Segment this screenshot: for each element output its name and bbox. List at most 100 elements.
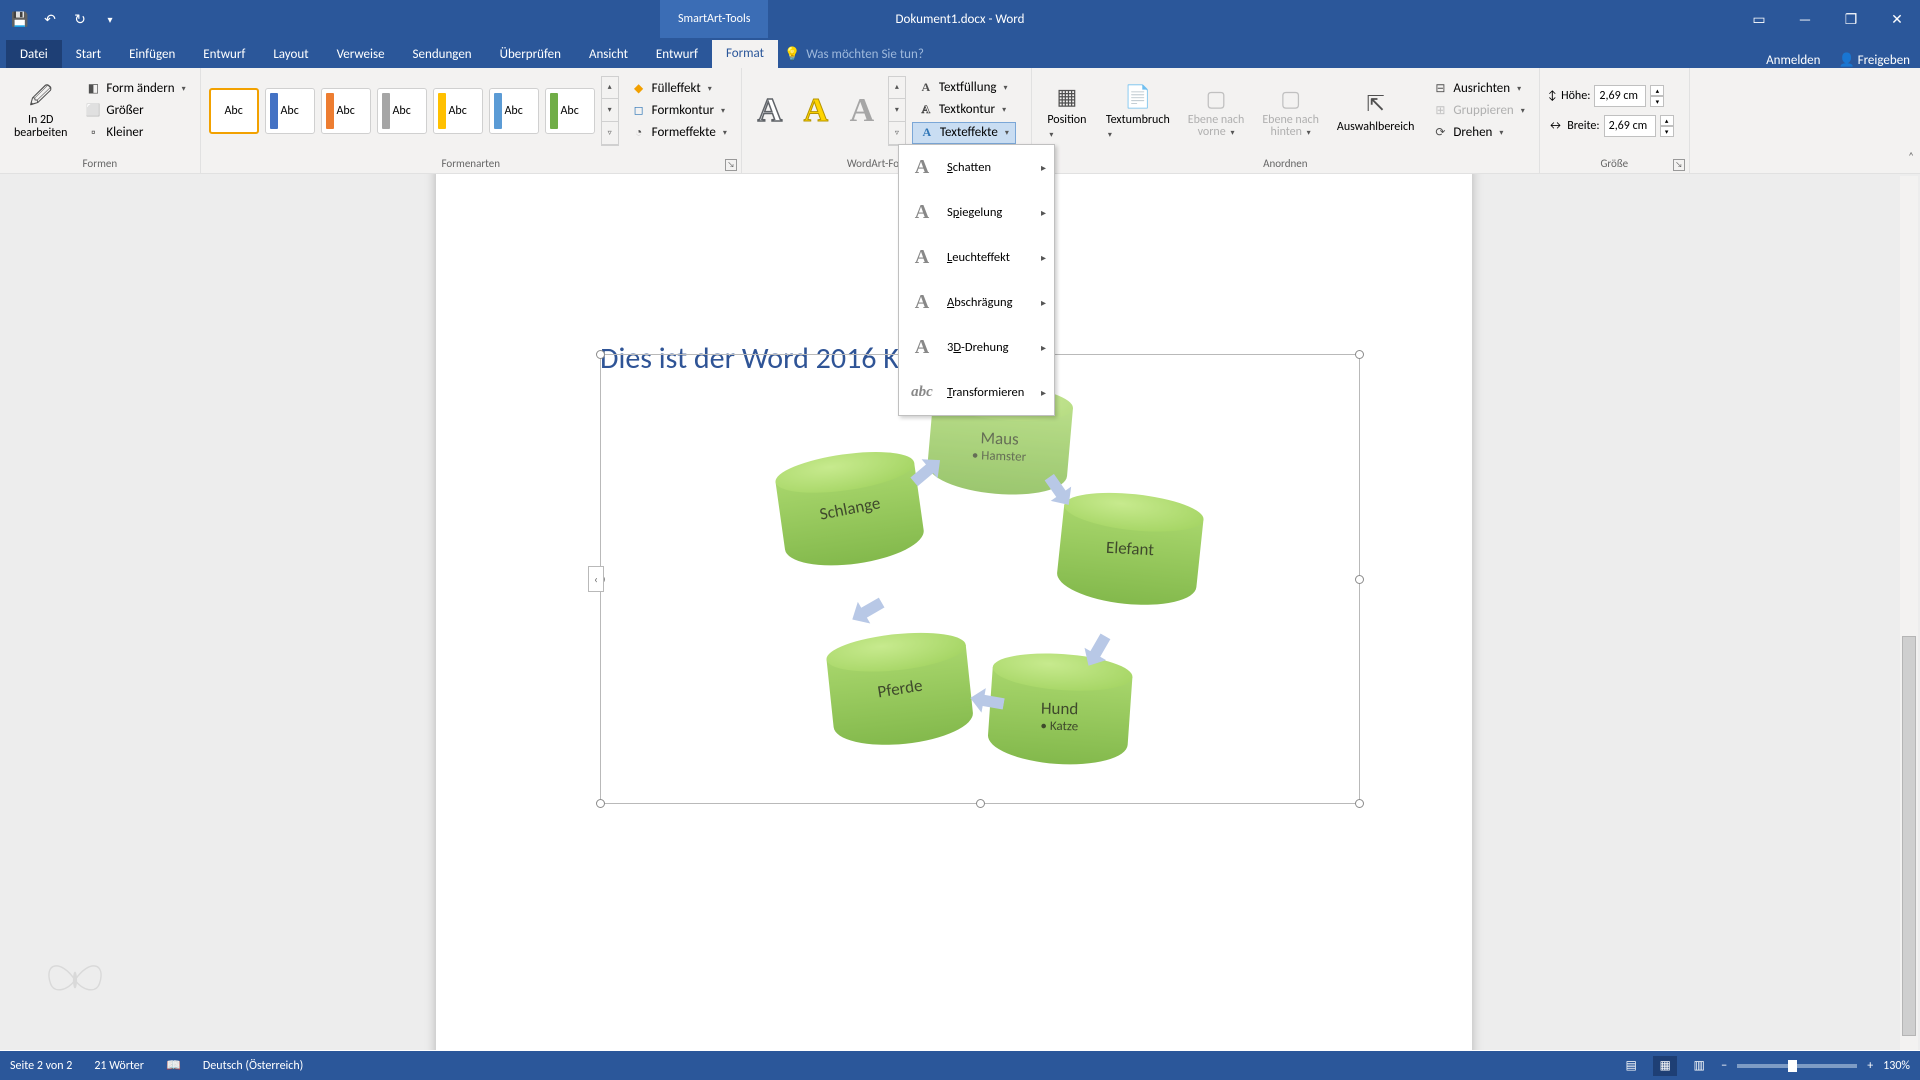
read-mode-button[interactable]: ▤: [1619, 1056, 1643, 1076]
ribbon-tabs: Datei Start Einfügen Entwurf Layout Verw…: [0, 38, 1920, 68]
selection-handle[interactable]: [1355, 350, 1364, 359]
menu-item-3d-rotation[interactable]: A3D-Drehung▸: [899, 325, 1054, 370]
rotate-button[interactable]: ⟳Drehen▾: [1426, 123, 1530, 143]
position-icon: ▦: [1051, 81, 1083, 113]
width-field[interactable]: ↔Breite: ▴▾: [1548, 115, 1674, 137]
text-fill-button[interactable]: ATextfüllung▾: [912, 78, 1016, 98]
scrollbar-thumb[interactable]: [1902, 636, 1916, 1036]
smartart-node-hund[interactable]: HundKatze: [986, 649, 1133, 768]
shape-style-2[interactable]: Abc: [265, 88, 315, 134]
tab-file[interactable]: Datei: [6, 40, 62, 68]
text-effects-button[interactable]: ATexteffekte▾: [912, 122, 1016, 144]
send-backward-button: ▢Ebene nachhinten ▾: [1256, 78, 1325, 143]
wordart-style-2[interactable]: A: [796, 88, 836, 134]
shape-style-gallery-scroll[interactable]: ▴▾▿: [601, 76, 619, 146]
change-shape-button[interactable]: ◧Form ändern▾: [79, 79, 191, 99]
shape-style-3[interactable]: Abc: [321, 88, 371, 134]
zoom-slider-knob[interactable]: [1788, 1060, 1797, 1072]
dialog-launcher-icon[interactable]: ↘: [725, 159, 737, 171]
shape-style-5[interactable]: Abc: [433, 88, 483, 134]
shape-style-1[interactable]: Abc: [209, 88, 259, 134]
save-icon[interactable]: 💾: [6, 5, 34, 33]
status-language[interactable]: Deutsch (Österreich): [203, 1059, 303, 1073]
ribbon-display-options-icon[interactable]: ▭: [1736, 0, 1782, 38]
zoom-level[interactable]: 130%: [1883, 1059, 1910, 1073]
wordart-style-1[interactable]: A: [750, 88, 790, 134]
customize-qat-icon[interactable]: ▾: [96, 5, 124, 33]
tab-smartart-design[interactable]: Entwurf: [642, 40, 712, 68]
signin-link[interactable]: Anmelden: [1766, 53, 1820, 68]
selection-handle[interactable]: [1355, 575, 1364, 584]
fill-icon: ◆: [631, 81, 647, 97]
shape-style-7[interactable]: Abc: [545, 88, 595, 134]
smartart-node-schlange[interactable]: Schlange: [773, 445, 927, 573]
larger-button[interactable]: ⬜Größer: [79, 101, 191, 121]
web-layout-button[interactable]: ▥: [1687, 1056, 1711, 1076]
tab-design[interactable]: Entwurf: [189, 40, 259, 68]
tab-view[interactable]: Ansicht: [575, 40, 642, 68]
undo-icon[interactable]: ↶: [36, 5, 64, 33]
selection-pane-icon: ⇱: [1360, 88, 1392, 120]
wordart-style-3[interactable]: A: [842, 88, 882, 134]
shape-style-4[interactable]: Abc: [377, 88, 427, 134]
title-bar: 💾 ↶ ↻ ▾ SmartArt-Tools Dokument1.docx - …: [0, 0, 1920, 38]
smaller-button[interactable]: ▫Kleiner: [79, 123, 191, 143]
tell-me-input[interactable]: 💡Was möchten Sie tun?: [778, 40, 938, 68]
dialog-launcher-icon[interactable]: ↘: [1673, 159, 1685, 171]
selection-handle[interactable]: [1355, 799, 1364, 808]
vertical-scrollbar[interactable]: [1900, 176, 1918, 1050]
transform-icon: abc: [909, 380, 935, 406]
tab-mailings[interactable]: Sendungen: [399, 40, 486, 68]
menu-item-glow[interactable]: ALeuchteffekt▸: [899, 235, 1054, 280]
width-input[interactable]: [1604, 115, 1656, 137]
selection-handle[interactable]: [596, 799, 605, 808]
menu-item-reflection[interactable]: ASpiegelung▸: [899, 190, 1054, 235]
glow-icon: A: [909, 245, 935, 271]
align-button[interactable]: ⊟Ausrichten▾: [1426, 79, 1530, 99]
zoom-slider[interactable]: [1737, 1064, 1857, 1068]
selection-pane-button[interactable]: ⇱Auswahlbereich: [1331, 84, 1421, 138]
smartart-node-elefant[interactable]: Elefant: [1055, 487, 1206, 611]
smartart-selection[interactable]: ‹ MausHamster Schlange Elefant Pferde Hu…: [600, 354, 1360, 804]
height-input[interactable]: [1594, 85, 1646, 107]
shape-fill-button[interactable]: ◆Fülleffekt▾: [625, 79, 733, 99]
share-icon: 👤: [1838, 53, 1854, 68]
group-icon: ⊞: [1432, 103, 1448, 119]
tab-home[interactable]: Start: [62, 40, 115, 68]
shape-effects-button[interactable]: ◔Formeffekte▾: [625, 123, 733, 143]
print-layout-button[interactable]: ▦: [1653, 1056, 1677, 1076]
edit-in-2d-button[interactable]: 🖉 In 2Dbearbeiten: [8, 78, 73, 144]
text-wrap-button[interactable]: 📄Textumbruch▾: [1100, 77, 1176, 145]
height-spinner[interactable]: ▴▾: [1650, 85, 1664, 107]
redo-icon[interactable]: ↻: [66, 5, 94, 33]
tab-layout[interactable]: Layout: [259, 40, 322, 68]
restore-icon[interactable]: ❐: [1828, 0, 1874, 38]
width-spinner[interactable]: ▴▾: [1660, 115, 1674, 137]
menu-item-transform[interactable]: abcTransformieren▸: [899, 370, 1054, 415]
smartart-text-pane-toggle[interactable]: ‹: [588, 566, 604, 592]
shape-style-6[interactable]: Abc: [489, 88, 539, 134]
minimize-icon[interactable]: —: [1782, 0, 1828, 38]
status-word-count[interactable]: 21 Wörter: [94, 1059, 144, 1073]
menu-item-bevel[interactable]: AAbschrägung▸: [899, 280, 1054, 325]
wordart-gallery-scroll[interactable]: ▴▾▿: [888, 76, 906, 146]
shape-outline-button[interactable]: ◻Formkontur▾: [625, 101, 733, 121]
status-page[interactable]: Seite 2 von 2: [10, 1059, 72, 1073]
zoom-out-button[interactable]: −: [1721, 1059, 1727, 1073]
selection-handle[interactable]: [976, 799, 985, 808]
close-icon[interactable]: ✕: [1874, 0, 1920, 38]
tab-insert[interactable]: Einfügen: [115, 40, 189, 68]
smartart-node-pferde[interactable]: Pferde: [825, 627, 976, 751]
tab-review[interactable]: Überprüfen: [486, 40, 575, 68]
text-outline-button[interactable]: ATextkontur▾: [912, 100, 1016, 120]
zoom-in-button[interactable]: +: [1867, 1059, 1873, 1073]
height-field[interactable]: ↕Höhe: ▴▾: [1548, 85, 1674, 107]
status-proofing-icon[interactable]: 📖: [166, 1058, 181, 1073]
position-button[interactable]: ▦Position▾: [1040, 77, 1094, 145]
share-button[interactable]: 👤 Freigeben: [1838, 53, 1910, 68]
tab-references[interactable]: Verweise: [323, 40, 399, 68]
collapse-ribbon-icon[interactable]: ˄: [1908, 150, 1914, 163]
tab-smartart-format[interactable]: Format: [712, 40, 778, 68]
menu-item-shadow[interactable]: ASchatten▸: [899, 145, 1054, 190]
selection-handle[interactable]: [596, 350, 605, 359]
